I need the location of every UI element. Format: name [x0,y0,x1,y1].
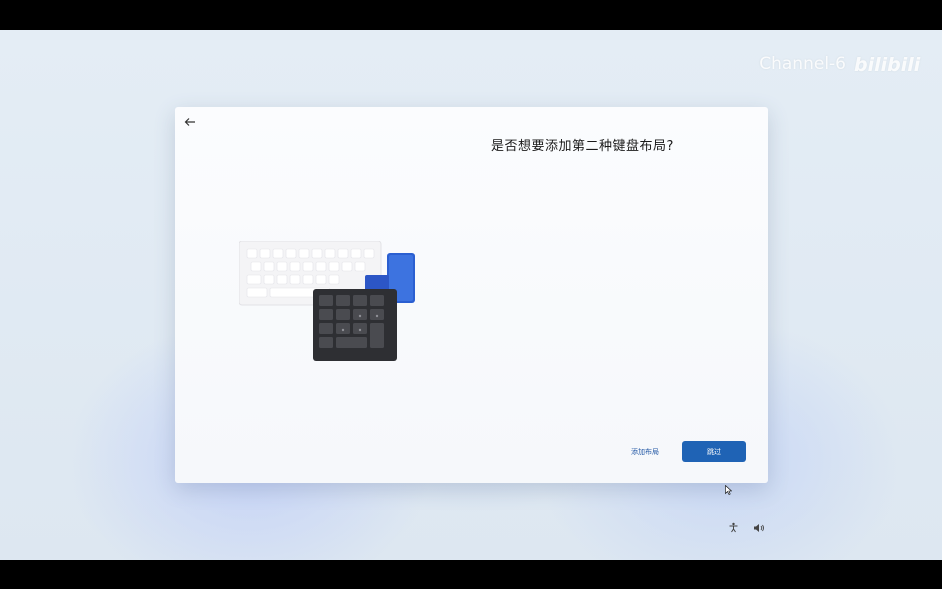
video-watermark: Channel-6 bilibili [759,52,924,76]
bilibili-logo: bilibili [854,52,924,76]
accessibility-icon[interactable] [728,518,739,537]
arrow-left-icon [184,112,196,131]
keyboard-layout-dialog: 是否想要添加第二种键盘布局? 添加布局 跳过 [175,107,768,483]
system-tray [728,518,765,537]
volume-icon[interactable] [753,518,765,537]
page-title: 是否想要添加第二种键盘布局? [491,139,674,154]
skip-button[interactable]: 跳过 [682,441,746,462]
keyboard-illustration [238,240,419,371]
mouse-cursor-icon [725,480,733,499]
oobe-screen: Channel-6 bilibili 是否想要添加第二种键盘布局? 添加布局 跳… [0,30,942,560]
svg-text:bilibili: bilibili [854,54,921,76]
channel-label: Channel-6 [759,54,846,74]
add-layout-button[interactable]: 添加布局 [620,442,670,462]
back-button[interactable] [181,113,199,129]
